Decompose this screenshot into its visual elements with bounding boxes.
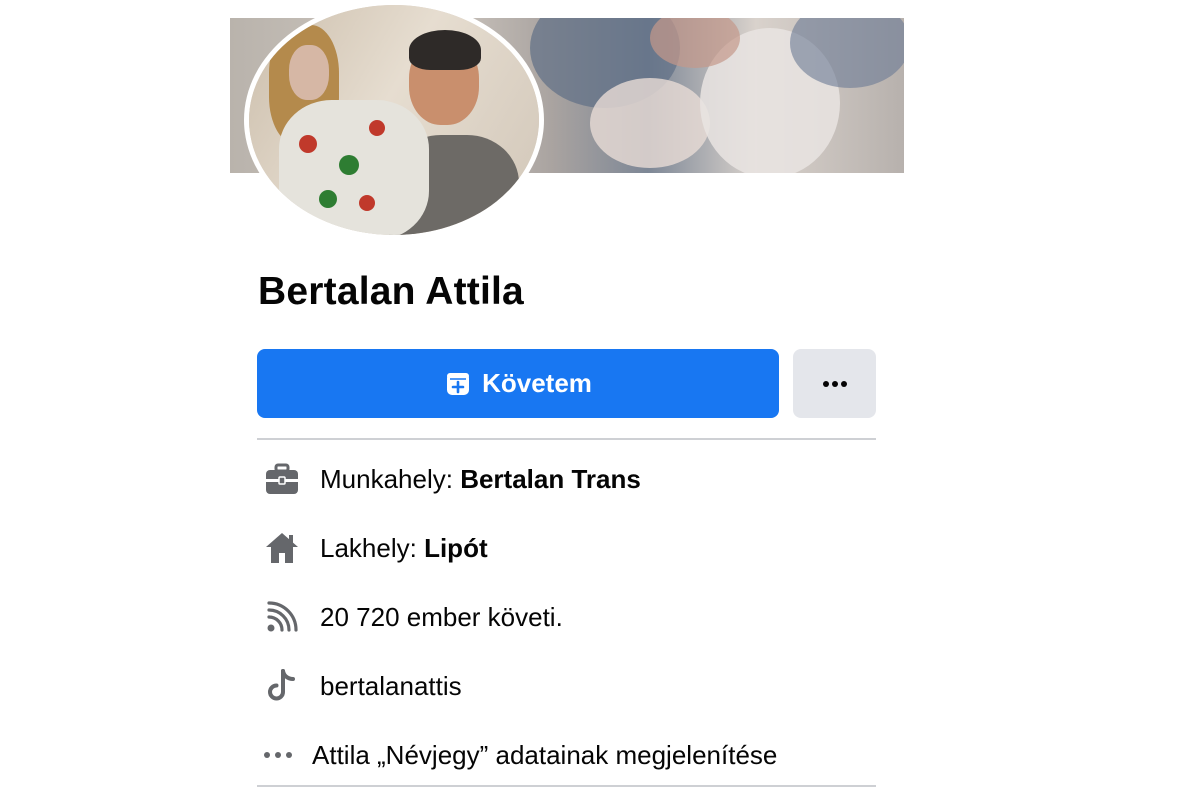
home-value[interactable]: Lipót <box>424 533 488 564</box>
briefcase-icon <box>262 459 302 499</box>
work-label: Munkahely: <box>320 463 461 494</box>
followers-count-text: 20 720 ember követi. <box>320 601 563 632</box>
follow-button[interactable]: Követem <box>257 349 779 418</box>
rss-icon <box>262 597 302 637</box>
work-value[interactable]: Bertalan Trans <box>460 464 641 495</box>
home-row: Lakhely: Lipót <box>262 526 882 570</box>
divider-bottom <box>257 785 876 787</box>
more-options-button[interactable] <box>793 349 876 418</box>
home-icon <box>262 528 302 568</box>
about-link[interactable]: Attila „Névjegy” adatainak megjelenítése <box>312 740 777 771</box>
tiktok-handle-link[interactable]: bertalanattis <box>320 671 462 702</box>
work-row: Munkahely: Bertalan Trans <box>262 457 882 501</box>
about-row[interactable]: Attila „Névjegy” adatainak megjelenítése <box>258 733 878 777</box>
profile-name: Bertalan Attila <box>258 270 524 313</box>
more-dots-icon <box>822 380 848 388</box>
home-label: Lakhely: <box>320 532 425 563</box>
tiktok-row: bertalanattis <box>262 664 882 708</box>
divider-top <box>257 438 876 440</box>
followers-row: 20 720 ember követi. <box>262 595 882 639</box>
follow-icon <box>444 370 472 398</box>
profile-avatar[interactable] <box>244 0 544 240</box>
dots-icon <box>258 735 298 775</box>
follow-button-label: Követem <box>482 368 592 398</box>
tiktok-icon <box>262 666 302 706</box>
